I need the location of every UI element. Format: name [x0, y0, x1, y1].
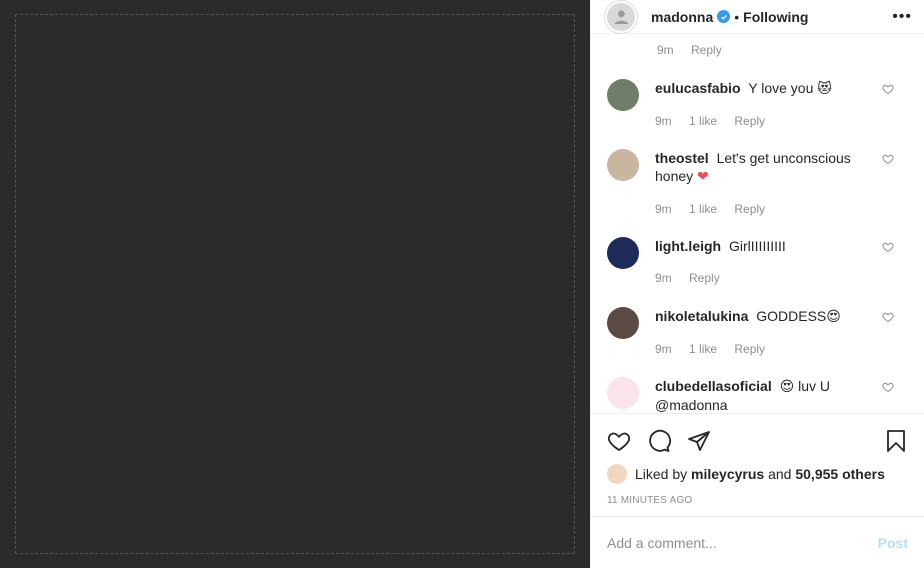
- post-comment-button[interactable]: Post: [878, 535, 908, 551]
- post-actions: Liked by mileycyrus and 50,955 others 11…: [591, 413, 924, 516]
- comment-text: GODDESS: [756, 308, 827, 324]
- more-options-icon[interactable]: •••: [892, 8, 912, 25]
- comment-input[interactable]: [607, 534, 878, 551]
- commenter-avatar[interactable]: [607, 237, 639, 269]
- post-image-placeholder: [15, 14, 575, 554]
- likes-conjunction: and: [768, 466, 792, 482]
- avatar-placeholder-icon: [614, 10, 628, 25]
- likes-count[interactable]: 50,955 others: [795, 466, 885, 482]
- comment-likes[interactable]: 1 like: [689, 114, 717, 128]
- comment-body: nikoletalukina GODDESS😍 9m 1 like Reply: [655, 307, 879, 358]
- comment-time: 9m: [655, 271, 672, 285]
- comment-item: clubedellasoficial 😍 luv U @madonna: [607, 377, 908, 413]
- comment-meta: 9m 1 like Reply: [655, 340, 879, 358]
- comment-body: eulucasfabio Y love you 😻 9m 1 like Repl…: [655, 79, 879, 130]
- comment-emoji: 😻: [817, 81, 832, 97]
- author-username[interactable]: madonna: [651, 9, 713, 25]
- reply-button[interactable]: Reply: [691, 43, 722, 57]
- save-bookmark-icon[interactable]: [884, 429, 908, 453]
- liker-avatar[interactable]: [607, 464, 627, 484]
- commenter-avatar[interactable]: [607, 307, 639, 339]
- comment-likes[interactable]: 1 like: [689, 202, 717, 216]
- comment-bubble-icon[interactable]: [647, 429, 671, 453]
- comment-item: light.leigh GirlIIIIIIIII 9m Reply: [607, 237, 908, 287]
- comment-emoji: ❤: [697, 169, 709, 185]
- like-comment-heart-icon[interactable]: [882, 311, 894, 323]
- commenter-username[interactable]: light.leigh: [655, 238, 721, 254]
- like-comment-heart-icon[interactable]: [882, 241, 894, 253]
- verified-badge-icon: [717, 10, 731, 23]
- commenter-username[interactable]: eulucasfabio: [655, 80, 741, 96]
- comment-meta: 9m 1 like Reply: [655, 112, 879, 130]
- comment-time: 9m: [655, 342, 672, 356]
- comment-item: theostel Let's get unconscious honey ❤ 9…: [607, 149, 908, 218]
- comment-text: Y love you: [748, 80, 814, 96]
- like-heart-icon[interactable]: [607, 429, 631, 453]
- commenter-username[interactable]: nikoletalukina: [655, 308, 748, 324]
- header-separator: •: [734, 8, 740, 25]
- comments-list[interactable]: 9m Reply eulucasfabio Y love you 😻 9m 1 …: [591, 35, 924, 413]
- post-header: madonna • Following •••: [591, 0, 924, 34]
- following-button[interactable]: Following: [743, 9, 808, 25]
- comment-item: eulucasfabio Y love you 😻 9m 1 like Repl…: [607, 79, 908, 130]
- comment-emoji: 😍: [779, 379, 795, 395]
- comment-time: 9m: [655, 114, 672, 128]
- likes-summary: Liked by mileycyrus and 50,955 others: [607, 464, 885, 484]
- post-timestamp[interactable]: 11 MINUTES AGO: [607, 495, 692, 506]
- commenter-username[interactable]: clubedellasoficial: [655, 378, 772, 394]
- comment-item: nikoletalukina GODDESS😍 9m 1 like Reply: [607, 307, 908, 358]
- reply-button[interactable]: Reply: [689, 271, 720, 285]
- reply-button[interactable]: Reply: [734, 114, 765, 128]
- action-bar: [607, 428, 908, 454]
- like-comment-heart-icon[interactable]: [882, 153, 894, 165]
- share-direct-icon[interactable]: [687, 429, 711, 453]
- comment-time: 9m: [655, 202, 672, 216]
- likes-prefix: Liked by: [635, 466, 688, 482]
- post-image[interactable]: [0, 0, 590, 568]
- comment-likes[interactable]: 1 like: [689, 342, 717, 356]
- comment-text: GirlIIIIIIIII: [729, 238, 786, 254]
- reply-button[interactable]: Reply: [734, 342, 765, 356]
- comment-body: clubedellasoficial 😍 luv U @madonna: [655, 377, 879, 413]
- cut-comment-meta: 9m Reply: [657, 43, 736, 57]
- add-comment-bar: Post: [591, 516, 924, 568]
- reply-button[interactable]: Reply: [734, 202, 765, 216]
- commenter-avatar[interactable]: [607, 149, 639, 181]
- comment-time: 9m: [657, 43, 674, 57]
- like-comment-heart-icon[interactable]: [882, 83, 894, 95]
- post-side-panel: madonna • Following ••• 9m Reply eulucas…: [590, 0, 924, 568]
- comment-body: light.leigh GirlIIIIIIIII 9m Reply: [655, 237, 879, 287]
- author-avatar[interactable]: [605, 0, 637, 33]
- like-comment-heart-icon[interactable]: [882, 381, 894, 393]
- comment-emoji: 😍: [826, 309, 841, 325]
- commenter-username[interactable]: theostel: [655, 150, 709, 166]
- comment-meta: 9m 1 like Reply: [655, 200, 879, 218]
- commenter-avatar[interactable]: [607, 377, 639, 409]
- liker-username[interactable]: mileycyrus: [691, 466, 764, 482]
- comment-meta: 9m Reply: [655, 269, 879, 287]
- commenter-avatar[interactable]: [607, 79, 639, 111]
- comment-body: theostel Let's get unconscious honey ❤ 9…: [655, 149, 879, 218]
